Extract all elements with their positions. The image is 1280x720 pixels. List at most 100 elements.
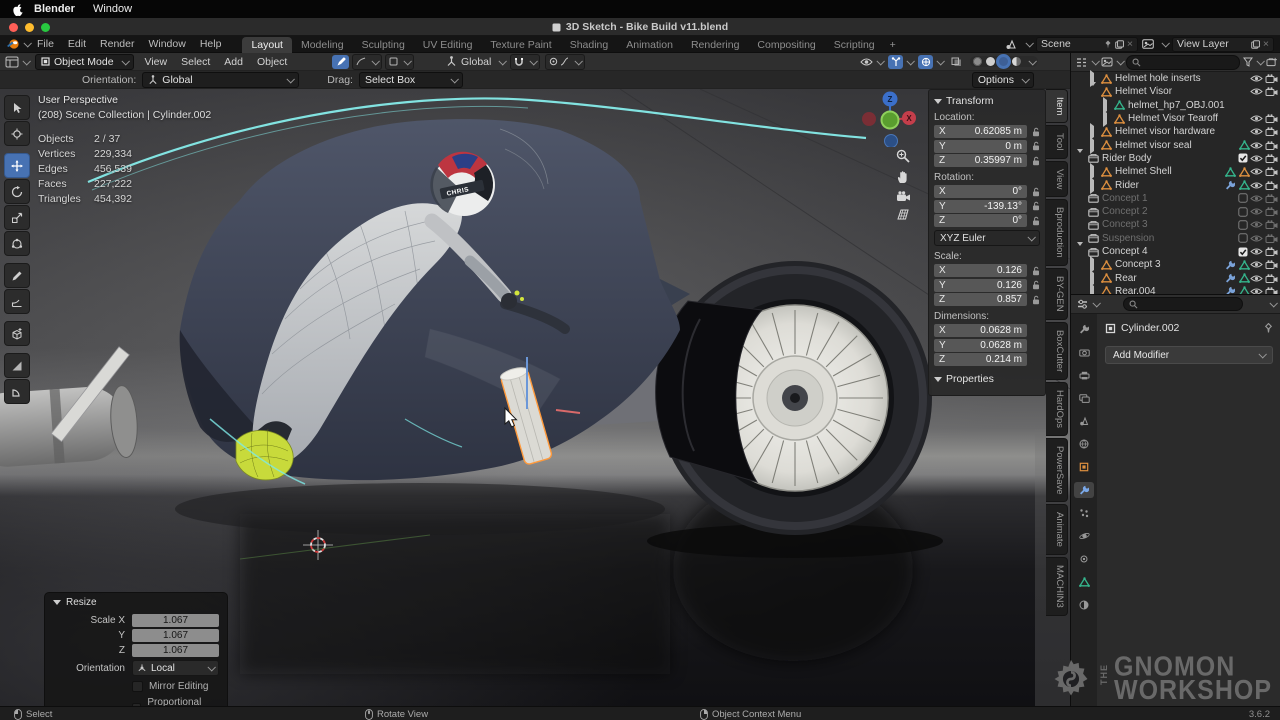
- show-overlays-dropdown[interactable]: [918, 55, 943, 69]
- sidebar-tab-machin3[interactable]: MACHIN3: [1046, 557, 1068, 616]
- disable-render-toggle[interactable]: [1265, 141, 1278, 150]
- outliner-row[interactable]: Concept 3: [1071, 218, 1280, 231]
- disable-render-toggle[interactable]: [1265, 274, 1278, 283]
- workspace-tab-scripting[interactable]: Scripting: [825, 37, 884, 53]
- pin-icon[interactable]: [1264, 323, 1273, 333]
- topbar-menu-window[interactable]: Window: [141, 38, 192, 50]
- collection-checkbox[interactable]: [1238, 247, 1248, 257]
- new-collection-button[interactable]: [1266, 57, 1277, 67]
- shear-tool[interactable]: [4, 353, 30, 378]
- properties-search-input[interactable]: [1123, 297, 1243, 311]
- lock-icon[interactable]: [1027, 156, 1040, 166]
- redo-checkbox-proportional-editing[interactable]: Proportional Editing: [132, 697, 219, 706]
- collection-checkbox[interactable]: [1238, 233, 1248, 243]
- options-dropdown[interactable]: Options: [972, 72, 1034, 88]
- viewport-menu-view[interactable]: View: [138, 56, 175, 68]
- hide-eye-toggle[interactable]: [1250, 87, 1263, 96]
- disable-render-toggle[interactable]: [1265, 87, 1278, 96]
- orientation-dropdown[interactable]: Global: [142, 72, 299, 88]
- expand-icon[interactable]: [1077, 246, 1085, 257]
- transform-panel-header[interactable]: Transform: [934, 95, 1040, 107]
- zoom-icon[interactable]: [896, 149, 911, 163]
- hide-eye-toggle[interactable]: [1250, 260, 1263, 269]
- expand-icon[interactable]: [1090, 140, 1098, 151]
- pin-icon[interactable]: [1104, 40, 1112, 49]
- workspace-tab-layout[interactable]: Layout: [242, 37, 292, 53]
- disable-render-toggle[interactable]: [1265, 247, 1278, 256]
- tool-fallback-dropdown[interactable]: [352, 54, 382, 70]
- eyedropper-tool-icon[interactable]: [332, 55, 349, 69]
- workspace-tab-texture-paint[interactable]: Texture Paint: [481, 37, 560, 53]
- expand-icon[interactable]: [1090, 286, 1098, 295]
- object-tab[interactable]: [1074, 459, 1094, 475]
- macos-app-menu[interactable]: Blender: [34, 3, 75, 15]
- outliner-row[interactable]: Rear.004: [1071, 285, 1280, 295]
- transform-value-field[interactable]: X0.126: [934, 264, 1027, 277]
- unlink-scene-icon[interactable]: ×: [1127, 38, 1133, 50]
- scene-tab[interactable]: [1074, 413, 1094, 429]
- transform-value-field[interactable]: X0°: [934, 185, 1027, 198]
- material-tab[interactable]: [1074, 597, 1094, 613]
- rotation-mode-dropdown[interactable]: XYZ Euler: [934, 230, 1040, 246]
- scene-icon[interactable]: [1005, 39, 1018, 50]
- hide-eye-toggle[interactable]: [1250, 181, 1263, 190]
- collection-checkbox[interactable]: [1238, 193, 1248, 203]
- outliner-row[interactable]: Helmet visor seal: [1071, 138, 1280, 151]
- sidebar-tab-animate[interactable]: Animate: [1046, 504, 1068, 555]
- window-titlebar[interactable]: 3D Sketch - Bike Build v11.blend: [0, 18, 1280, 36]
- sidebar-tab-view[interactable]: View: [1046, 161, 1068, 197]
- hide-eye-toggle[interactable]: [1250, 74, 1263, 83]
- extra-tool[interactable]: [4, 379, 30, 404]
- outliner-search-input[interactable]: [1126, 55, 1240, 70]
- add-modifier-button[interactable]: Add Modifier: [1105, 346, 1273, 364]
- sidebar-tab-item[interactable]: Item: [1046, 89, 1068, 123]
- expand-icon[interactable]: [1090, 259, 1098, 270]
- navigation-gizmo[interactable]: Z X: [852, 85, 928, 147]
- cursor-tool[interactable]: [4, 121, 30, 146]
- disable-render-toggle[interactable]: [1265, 181, 1278, 190]
- outliner-row[interactable]: Helmet hole inserts: [1071, 72, 1280, 85]
- add-workspace-button[interactable]: +: [884, 37, 902, 53]
- properties-panel-header[interactable]: Properties: [934, 373, 1040, 385]
- workspace-tab-animation[interactable]: Animation: [617, 37, 682, 53]
- rendered-shading-button[interactable]: [1012, 57, 1021, 66]
- disable-render-toggle[interactable]: [1265, 207, 1278, 216]
- transform-value-field[interactable]: Z0.214 m: [934, 353, 1027, 366]
- chevron-down-icon[interactable]: [1161, 39, 1169, 47]
- hide-eye-toggle[interactable]: [1250, 247, 1263, 256]
- transform-value-field[interactable]: X0.62085 m: [934, 125, 1027, 138]
- view-layer-tab[interactable]: [1074, 390, 1094, 406]
- sidebar-tab-by-gen[interactable]: BY-GEN: [1046, 268, 1068, 320]
- expand-icon[interactable]: [1090, 166, 1098, 177]
- expand-icon[interactable]: [1103, 113, 1111, 124]
- object-data-tab[interactable]: [1074, 574, 1094, 590]
- remove-view-layer-icon[interactable]: ×: [1263, 38, 1269, 50]
- transform-value-field[interactable]: Y0 m: [934, 140, 1027, 153]
- disable-render-toggle[interactable]: [1265, 194, 1278, 203]
- solid-shading-button[interactable]: [986, 57, 995, 66]
- camera-view-icon[interactable]: [896, 191, 911, 202]
- transform-value-field[interactable]: X0.0628 m: [934, 324, 1027, 337]
- outliner-row[interactable]: Suspension: [1071, 232, 1280, 245]
- outliner-row[interactable]: Concept 3: [1071, 258, 1280, 271]
- scene-selector[interactable]: Scene ×: [1036, 37, 1138, 52]
- outliner-row[interactable]: Helmet Visor Tearoff: [1071, 112, 1280, 125]
- hide-eye-toggle[interactable]: [1250, 167, 1263, 176]
- redo-panel-header[interactable]: Resize: [53, 597, 219, 608]
- world-tab[interactable]: [1074, 436, 1094, 452]
- outliner-row[interactable]: Rider: [1071, 178, 1280, 191]
- hide-eye-toggle[interactable]: [1250, 114, 1263, 123]
- viewport-menu-add[interactable]: Add: [217, 56, 250, 68]
- move-tool[interactable]: [4, 153, 30, 178]
- tool-tab[interactable]: [1074, 321, 1094, 337]
- show-gizmo-dropdown[interactable]: [888, 55, 913, 69]
- macos-window-menu[interactable]: Window: [93, 3, 132, 15]
- lock-icon[interactable]: [1027, 266, 1040, 276]
- workspace-tab-shading[interactable]: Shading: [561, 37, 618, 53]
- topbar-menu-render[interactable]: Render: [93, 38, 141, 50]
- chevron-down-icon[interactable]: [1025, 39, 1033, 47]
- pan-hand-icon[interactable]: [896, 170, 911, 184]
- hide-eye-toggle[interactable]: [1250, 220, 1263, 229]
- topbar-menu-help[interactable]: Help: [193, 38, 229, 50]
- hide-eye-toggle[interactable]: [1250, 127, 1263, 136]
